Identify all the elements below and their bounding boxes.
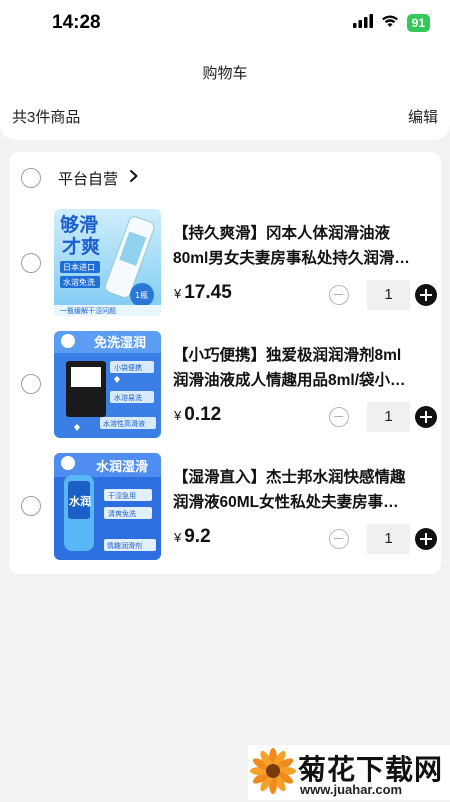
svg-text:1瓶: 1瓶 — [135, 290, 148, 300]
svg-text:清爽免洗: 清爽免洗 — [108, 509, 136, 518]
svg-text:干涩急用: 干涩急用 — [108, 491, 136, 500]
flower-icon — [250, 747, 296, 802]
edit-button[interactable]: 编辑 — [408, 106, 438, 127]
svg-text:免洗湿润: 免洗湿润 — [94, 335, 146, 351]
increase-quantity-button[interactable] — [415, 284, 437, 306]
status-bar: 14:28 91 — [0, 0, 450, 44]
item-count: 共3件商品 — [12, 109, 81, 126]
quantity-stepper: 1 — [329, 524, 439, 554]
product-title[interactable]: 【持久爽滑】冈本人体润滑油液 80ml男女夫妻房事私处持久润滑… — [173, 221, 431, 271]
svg-text:情趣润滑剂: 情趣润滑剂 — [107, 541, 142, 550]
decrease-quantity-button[interactable] — [329, 407, 349, 427]
watermark-url: www.juahar.com — [300, 782, 403, 797]
svg-text:水润湿滑: 水润湿滑 — [96, 459, 148, 475]
page-title: 购物车 — [202, 65, 248, 82]
quantity-value[interactable]: 1 — [367, 280, 410, 310]
battery-icon: 91 — [406, 14, 430, 32]
store-row: 平台自营 — [9, 152, 441, 204]
svg-text:日本进口: 日本进口 — [63, 262, 95, 272]
svg-text:水润: 水润 — [69, 494, 91, 508]
svg-text:才爽: 才爽 — [62, 235, 100, 258]
svg-text:够滑: 够滑 — [60, 213, 98, 236]
cart-card: 平台自营 够滑 才爽 日本进口 水溶免洗 1瓶 一瓶缓解干涩问题 【持久爽滑】冈… — [9, 152, 441, 574]
store-name[interactable]: 平台自营 — [58, 168, 118, 189]
store-select-radio[interactable] — [21, 168, 41, 188]
status-icons: 91 — [352, 13, 430, 33]
svg-text:水溶免洗: 水溶免洗 — [63, 277, 95, 287]
signal-icon — [352, 13, 373, 33]
product-price: ¥17.45 — [174, 282, 232, 303]
svg-text:水溶性高滑液: 水溶性高滑液 — [103, 419, 145, 428]
product-image[interactable]: 水润湿滑 水润 干涩急用 清爽免洗 情趣润滑剂 — [54, 453, 161, 560]
product-title[interactable]: 【湿滑直入】杰士邦水润快感情趣 润滑液60ML女性私处夫妻房事… — [173, 465, 431, 515]
item-select-radio[interactable] — [21, 496, 41, 516]
quantity-value[interactable]: 1 — [367, 524, 410, 554]
product-title[interactable]: 【小巧便携】独爱极润润滑剂8ml 润滑油液成人情趣用品8ml/袋小… — [173, 343, 431, 393]
svg-text:小袋便携: 小袋便携 — [114, 363, 142, 372]
product-image[interactable]: 够滑 才爽 日本进口 水溶免洗 1瓶 一瓶缓解干涩问题 — [54, 209, 161, 316]
product-image[interactable]: 免洗湿润 小袋便携 水溶易洗 水溶性高滑液 — [54, 331, 161, 438]
cart-header: 购物车 共3件商品 编辑 — [0, 44, 450, 140]
increase-quantity-button[interactable] — [415, 528, 437, 550]
wifi-icon — [381, 14, 399, 33]
decrease-quantity-button[interactable] — [329, 529, 349, 549]
decrease-quantity-button[interactable] — [329, 285, 349, 305]
quantity-stepper: 1 — [329, 280, 439, 310]
svg-text:水溶易洗: 水溶易洗 — [114, 393, 142, 402]
quantity-stepper: 1 — [329, 402, 439, 432]
cart-item[interactable]: 免洗湿润 小袋便携 水溶易洗 水溶性高滑液 【小巧便携】独爱极润润滑剂8ml 润… — [9, 331, 441, 447]
chevron-right-icon[interactable] — [127, 169, 141, 183]
item-select-radio[interactable] — [21, 253, 41, 273]
product-price: ¥9.2 — [174, 526, 211, 547]
product-price: ¥0.12 — [174, 404, 222, 425]
cart-item[interactable]: 水润湿滑 水润 干涩急用 清爽免洗 情趣润滑剂 【湿滑直入】杰士邦水润快感情趣 … — [9, 453, 441, 569]
status-time: 14:28 — [52, 12, 101, 33]
quantity-value[interactable]: 1 — [367, 402, 410, 432]
item-select-radio[interactable] — [21, 374, 41, 394]
svg-text:一瓶缓解干涩问题: 一瓶缓解干涩问题 — [60, 306, 116, 315]
increase-quantity-button[interactable] — [415, 406, 437, 428]
cart-item[interactable]: 够滑 才爽 日本进口 水溶免洗 1瓶 一瓶缓解干涩问题 【持久爽滑】冈本人体润滑… — [9, 209, 441, 325]
watermark-logo: 菊花下载网 www.juahar.com — [248, 745, 450, 800]
